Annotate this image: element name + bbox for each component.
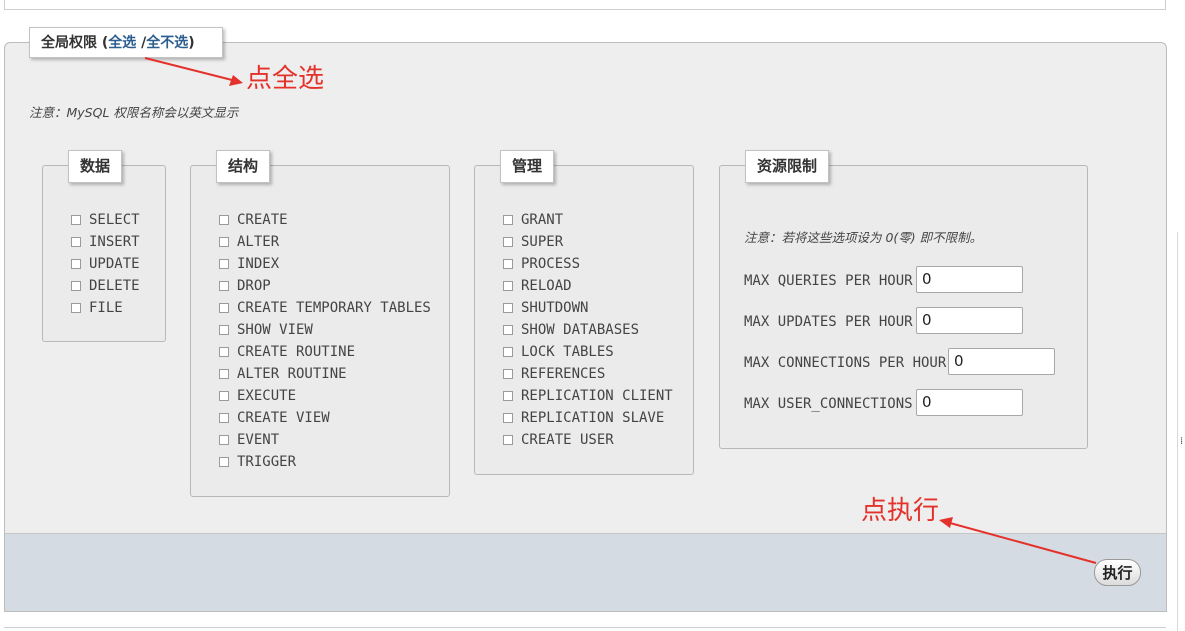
arrow-to-execute-hint <box>939 517 1097 564</box>
annotation-arrows <box>144 57 1097 564</box>
arrow-to-select-all <box>144 57 243 86</box>
